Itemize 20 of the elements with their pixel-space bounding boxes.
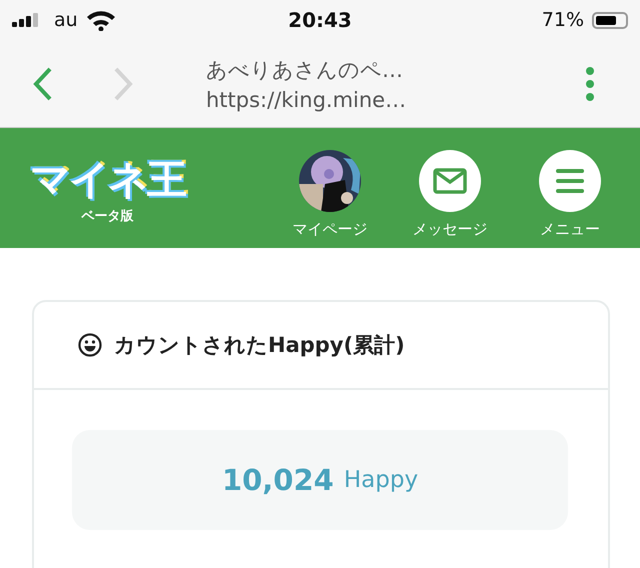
clock-time: 20:43 [288, 8, 352, 32]
menu-icon[interactable] [539, 150, 601, 212]
happy-count: 10,024 [222, 463, 334, 497]
nav-label[interactable]: マイページ [292, 220, 368, 238]
smiley-icon [78, 333, 102, 357]
back-icon[interactable] [32, 66, 54, 102]
more-icon[interactable] [585, 66, 595, 102]
beta-label: ベータ版 [82, 208, 134, 224]
page-title: あべりあさんのペ… [206, 56, 404, 84]
card-title: カウントされたHappy(累計) [114, 332, 405, 359]
nav-label[interactable]: メッセージ [412, 220, 488, 238]
happy-unit: Happy [344, 467, 418, 493]
wifi-icon [86, 9, 116, 31]
nav-label[interactable]: メニュー [540, 220, 600, 238]
battery-icon [592, 12, 628, 28]
page-url[interactable]: https://king.mine… [206, 88, 585, 112]
battery-percent: 71% [542, 9, 584, 31]
carrier-name: au [54, 9, 78, 31]
site-logo[interactable]: マイネ王 [30, 152, 185, 206]
mail-icon[interactable] [419, 150, 481, 212]
